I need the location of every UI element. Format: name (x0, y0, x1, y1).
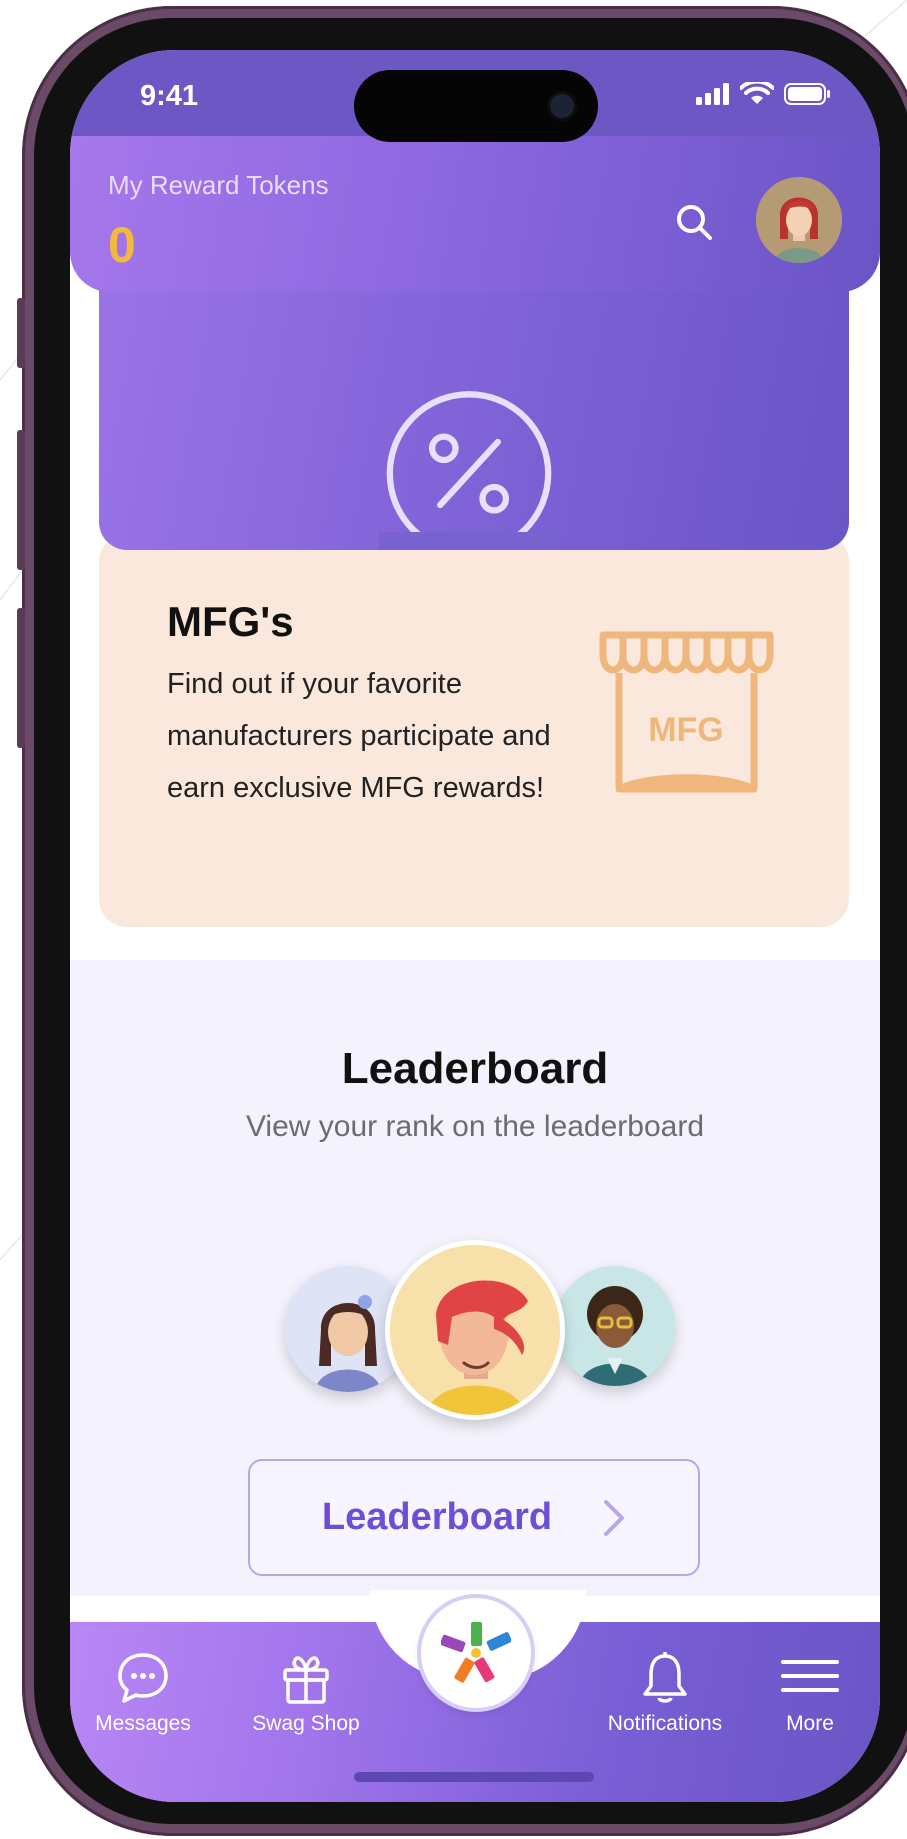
status-icons (696, 82, 830, 106)
mfg-title: MFG's (167, 598, 294, 645)
app-screen: 9:41 My Reward Tokens 0 MFG's Find out i… (70, 50, 880, 1802)
leaderboard-avatars (285, 1240, 675, 1430)
mute-switch (17, 298, 25, 368)
battery-icon (784, 83, 830, 105)
mfg-icon-label: MFG (648, 711, 724, 749)
nav-more-label: More (786, 1712, 834, 1735)
nav-notifications-label: Notifications (607, 1712, 723, 1735)
app-header: 9:41 My Reward Tokens 0 (70, 50, 880, 292)
profile-avatar[interactable] (756, 177, 842, 263)
chevron-right-icon (604, 1499, 625, 1536)
man-avatar-icon (555, 1266, 675, 1386)
home-logo-button[interactable] (421, 1598, 531, 1708)
mfg-card[interactable]: MFG's Find out if your favorite manufact… (99, 534, 849, 927)
app-logo-icon (441, 1622, 511, 1683)
leaderboard-button-label: Leaderboard (321, 1496, 553, 1538)
volume-up-button (17, 430, 25, 570)
status-time: 9:41 (140, 80, 199, 112)
leaderboard-avatar-center (385, 1240, 565, 1420)
nav-more[interactable]: More (774, 1650, 846, 1736)
signal-icon (696, 83, 729, 105)
user-avatar-icon (756, 177, 842, 263)
nav-swag-shop[interactable]: Swag Shop (246, 1650, 366, 1736)
leaderboard-title: Leaderboard (341, 1044, 609, 1093)
reward-tokens-label: My Reward Tokens (108, 170, 329, 200)
bell-icon (643, 1652, 687, 1703)
leaderboard-button[interactable]: Leaderboard (248, 1459, 700, 1576)
mfg-description: Find out if your favorite manufacturers … (167, 668, 551, 804)
nav-swag-shop-label: Swag Shop (252, 1712, 360, 1735)
reward-tokens-value: 0 (108, 217, 136, 273)
gift-icon (283, 1656, 329, 1704)
nav-messages[interactable]: Messages (94, 1650, 192, 1736)
home-indicator (354, 1772, 594, 1782)
woman-avatar-icon (390, 1245, 560, 1415)
search-button[interactable] (670, 198, 718, 246)
menu-icon (781, 1660, 839, 1692)
wifi-icon (740, 82, 774, 104)
leaderboard-subtitle: View your rank on the leaderboard (245, 1110, 705, 1143)
storefront-icon: MFG (599, 631, 774, 793)
volume-down-button (17, 608, 25, 748)
nav-messages-label: Messages (95, 1712, 191, 1735)
leaderboard-section: Leaderboard View your rank on the leader… (70, 960, 880, 1596)
camera-icon (550, 94, 574, 118)
leaderboard-avatar-right (555, 1266, 675, 1386)
percent-icon (379, 391, 559, 550)
chat-bubble-icon (118, 1653, 168, 1703)
search-icon (677, 205, 712, 240)
nav-notifications[interactable]: Notifications (600, 1650, 730, 1736)
